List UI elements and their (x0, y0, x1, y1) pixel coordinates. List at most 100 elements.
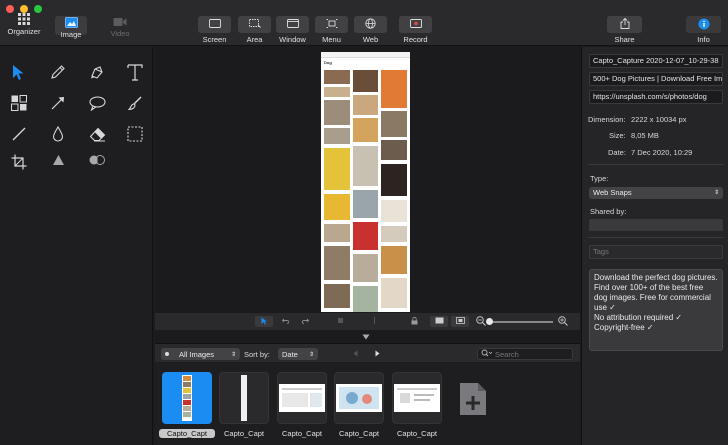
video-tab[interactable]: Video (104, 17, 136, 38)
record-button[interactable]: Record (399, 16, 432, 44)
shared-by-label: Shared by: (590, 207, 627, 216)
zoom-slider-knob[interactable] (486, 318, 493, 325)
page-title-field[interactable]: 500+ Dog Pictures | Download Free Images (589, 72, 723, 86)
zoom-out-icon (476, 315, 486, 328)
search-input[interactable]: Search (477, 348, 573, 360)
pointer-tool[interactable] (8, 62, 30, 84)
thumbnail-item[interactable] (334, 372, 384, 424)
eraser-tool[interactable] (86, 124, 108, 146)
capture-web-label: Web (362, 35, 379, 44)
type-select[interactable]: Web Snaps ⇕ (589, 187, 723, 199)
filename-field[interactable]: Capto_Capture 2020-12-07_10-29-38 (589, 54, 723, 68)
undo-button[interactable] (278, 316, 294, 327)
lock-button[interactable] (407, 316, 421, 327)
drop-tool[interactable] (47, 124, 69, 146)
redo-button[interactable] (297, 316, 313, 327)
organizer-button[interactable]: Organizer (6, 13, 42, 36)
text-tool[interactable] (124, 62, 146, 84)
search-icon (481, 349, 493, 359)
undo-icon (281, 317, 290, 326)
image-tab[interactable]: Image (55, 17, 87, 39)
pen-tool[interactable] (47, 62, 69, 84)
filter-dot-icon (165, 352, 169, 356)
layer-back-icon (371, 317, 378, 326)
capture-preview[interactable]: Dog (321, 52, 410, 312)
capture-screen-button[interactable]: Screen (198, 16, 231, 44)
zoom-in-icon (558, 315, 568, 328)
tags-field[interactable]: Tags (589, 245, 723, 259)
share-label: Share (614, 35, 635, 44)
arrow-icon (50, 95, 66, 113)
shape-tool[interactable] (47, 150, 69, 172)
zoom-slider-track[interactable] (489, 321, 553, 323)
line-icon (11, 126, 27, 144)
record-label: Record (403, 35, 428, 44)
fit-screen-icon (435, 317, 444, 326)
callout-tool[interactable] (86, 93, 108, 115)
actual-size-button[interactable] (451, 316, 469, 327)
size-value: 8,05 MB (631, 131, 659, 140)
collapse-organizer-button[interactable] (362, 333, 370, 342)
minimize-window-button[interactable] (20, 5, 28, 13)
share-button[interactable]: Share (607, 16, 642, 44)
screen-icon (208, 19, 221, 30)
pixelate-tool[interactable] (8, 93, 30, 115)
info-button[interactable]: Info (686, 16, 721, 44)
main-toolbar: Organizer Image Video Screen Area Window (0, 0, 728, 46)
window-controls (6, 5, 42, 13)
filter-select[interactable]: All Images ⇕ (161, 348, 240, 360)
crop-tool[interactable] (8, 152, 30, 174)
thumbnail-item[interactable] (392, 372, 442, 424)
lock-icon (411, 316, 418, 327)
line-tool[interactable] (8, 124, 30, 146)
tags-placeholder: Tags (593, 247, 609, 256)
info-panel: Capto_Capture 2020-12-07_10-29-38 500+ D… (581, 47, 728, 445)
play-icon (375, 350, 380, 359)
annotation-tools-panel (0, 47, 153, 445)
capture-thumbnails: Capto_Capt Capto_Capt Capto_Capt Capto_C… (155, 363, 580, 445)
filter-value: All Images (179, 349, 215, 359)
capture-area-button[interactable]: Area (238, 16, 271, 44)
zoom-in-button[interactable] (557, 315, 569, 328)
triangle-icon (52, 154, 65, 168)
eraser-icon (89, 127, 106, 144)
capture-web-button[interactable]: Web (354, 16, 387, 44)
shared-by-field[interactable] (589, 219, 723, 231)
arrow-tool[interactable] (47, 93, 69, 115)
url-field[interactable]: https://unsplash.com/s/photos/dog (589, 90, 723, 104)
add-capture-button[interactable] (458, 381, 488, 419)
capture-window-button[interactable]: Window (276, 16, 309, 44)
sort-select[interactable]: Date ⇕ (278, 348, 318, 360)
divider (588, 237, 724, 238)
organizer-bar: All Images ⇕ Sort by: Date ⇕ Search (155, 343, 580, 362)
thumbnail-item[interactable] (219, 372, 269, 424)
play-back-icon (353, 350, 358, 359)
highlighter-tool[interactable] (86, 62, 108, 84)
pencil-icon (50, 64, 66, 82)
bring-front-button[interactable] (333, 316, 347, 327)
close-window-button[interactable] (6, 5, 14, 13)
description-field[interactable]: Download the perfect dog pictures. Find … (589, 269, 723, 351)
fit-view-button[interactable] (430, 316, 448, 327)
thumbnail-image (336, 384, 382, 412)
brush-tool[interactable] (124, 93, 146, 115)
sort-value: Date (282, 349, 298, 359)
thumbnail-item[interactable] (162, 372, 212, 424)
brush-icon (127, 95, 143, 113)
previous-button[interactable] (353, 350, 358, 359)
next-button[interactable] (375, 350, 380, 359)
date-value: 7 Dec 2020, 10:29 (631, 148, 693, 157)
search-placeholder: Search (495, 349, 519, 359)
thumbnail-image (394, 384, 440, 412)
select-mode-button[interactable] (255, 316, 273, 327)
triangle-down-icon (362, 333, 370, 342)
blur-tool[interactable] (86, 150, 108, 172)
add-file-icon (458, 383, 488, 419)
selection-tool[interactable] (124, 124, 146, 146)
capture-menu-button[interactable]: Menu (315, 16, 348, 44)
zoom-window-button[interactable] (34, 5, 42, 13)
thumbnail-item[interactable] (277, 372, 327, 424)
share-icon (620, 17, 630, 31)
send-back-button[interactable] (367, 316, 381, 327)
grid-icon (6, 13, 42, 25)
